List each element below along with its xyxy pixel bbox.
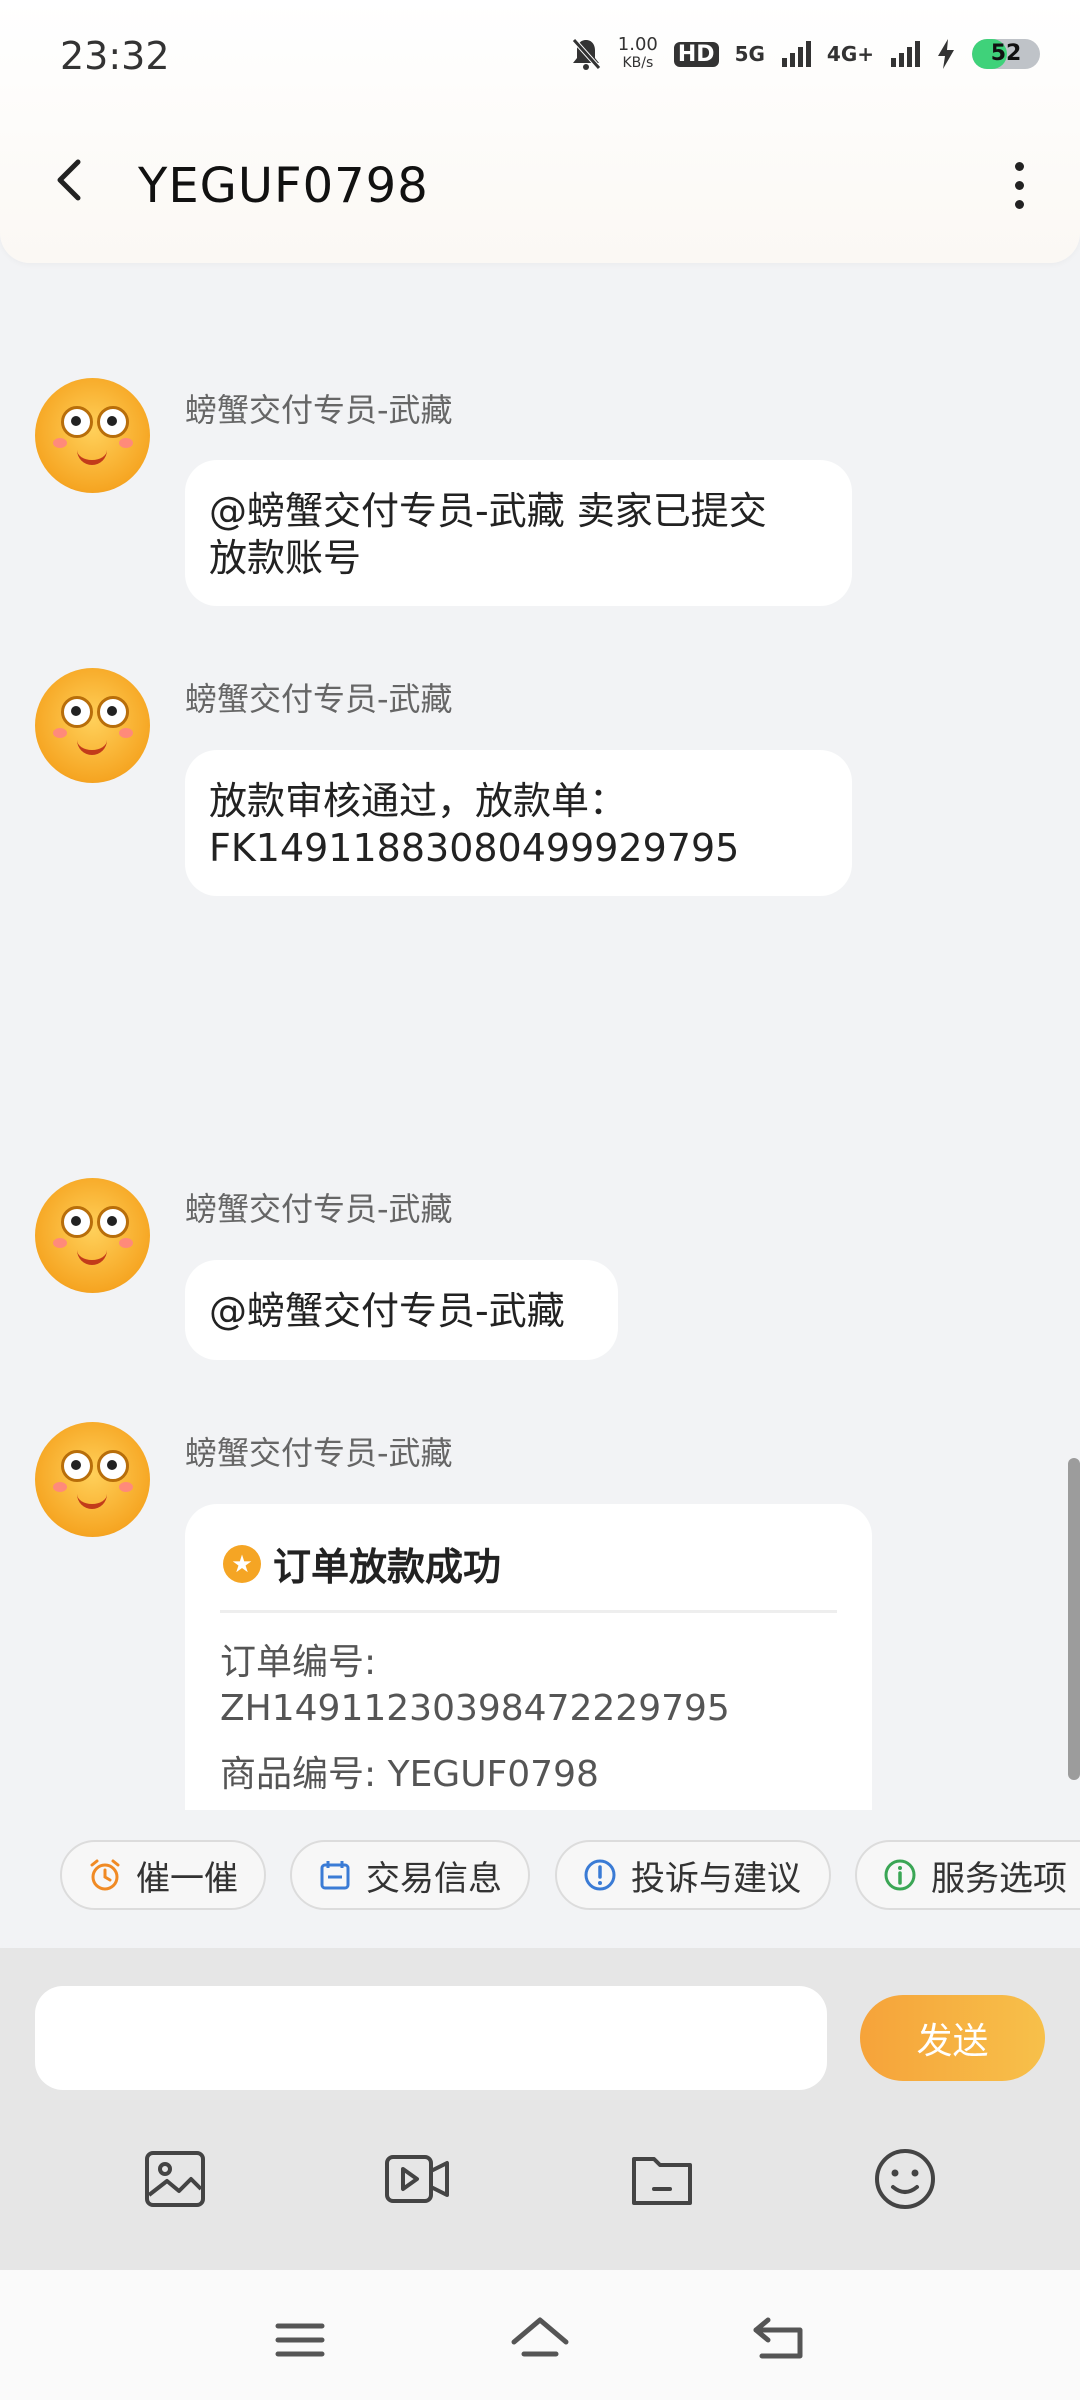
battery-level: 52 — [990, 41, 1022, 66]
battery-icon: 52 — [972, 39, 1040, 69]
folder-icon[interactable] — [626, 2143, 698, 2215]
chip-service-options[interactable]: 服务选项 — [855, 1840, 1080, 1910]
send-button[interactable]: 发送 — [860, 1995, 1045, 2081]
order-number-label: 订单编号: — [220, 1642, 377, 1683]
product-number: 商品编号: YEGUF0798 — [220, 1754, 599, 1795]
net-speed-unit: KB/s — [622, 55, 654, 71]
mute-icon — [571, 38, 601, 70]
net-speed: 1.00 KB/s — [618, 36, 658, 72]
chip-label: 服务选项 — [931, 1858, 1067, 1899]
home-icon[interactable] — [508, 2310, 572, 2370]
system-nav-bar — [0, 2270, 1080, 2400]
message-line: @螃蟹交付专员-武藏 卖家已提交 — [209, 489, 767, 533]
info-icon — [884, 1859, 916, 1891]
message-line: FK14911883080499929795 — [209, 826, 740, 870]
chip-label: 催一催 — [136, 1858, 238, 1899]
hd-icon: HD — [673, 41, 719, 67]
scrollbar[interactable] — [1068, 1458, 1080, 1780]
net-speed-value: 1.00 — [617, 34, 658, 55]
card-title: 订单放款成功 — [273, 1545, 502, 1589]
star-badge-icon: ★ — [223, 1544, 261, 1583]
page-title: YEGUF0798 — [138, 158, 429, 214]
calendar-icon — [320, 1861, 350, 1890]
sender-name: 螃蟹交付专员-武藏 — [185, 391, 453, 429]
card-divider — [220, 1610, 837, 1613]
image-icon[interactable] — [139, 2143, 211, 2215]
avatar[interactable] — [35, 1422, 150, 1537]
emoji-icon[interactable] — [869, 2143, 941, 2215]
order-payout-card[interactable]: ★ 订单放款成功 订单编号: ZH14911230398472229795 商品… — [185, 1504, 872, 1814]
message-line: @螃蟹交付专员-武藏 — [209, 1289, 565, 1333]
signal-bars-5g-icon — [781, 41, 811, 67]
message-line: 放款审核通过，放款单： — [209, 779, 628, 823]
chip-complaint[interactable]: 投诉与建议 — [555, 1840, 831, 1910]
avatar[interactable] — [35, 668, 150, 783]
status-time: 23:32 — [60, 34, 170, 78]
status-bar: 23:32 1.00 KB/s HD 5G 4G+ 52 — [0, 0, 1080, 115]
charging-icon — [938, 39, 954, 69]
chip-urge[interactable]: 催一催 — [60, 1840, 266, 1910]
back-arrow-icon[interactable] — [40, 150, 100, 210]
message-bubble[interactable]: @螃蟹交付专员-武藏 卖家已提交 放款账号 — [185, 460, 852, 606]
video-icon[interactable] — [381, 2143, 453, 2215]
chip-label: 投诉与建议 — [631, 1858, 801, 1899]
sender-name: 螃蟹交付专员-武藏 — [185, 680, 453, 718]
more-vertical-icon[interactable] — [996, 150, 1042, 220]
alarm-clock-icon — [90, 1859, 120, 1891]
avatar[interactable] — [35, 378, 150, 493]
exclamation-icon — [584, 1859, 616, 1891]
sender-name: 螃蟹交付专员-武藏 — [185, 1190, 453, 1228]
message-bubble[interactable]: 放款审核通过，放款单： FK14911883080499929795 — [185, 750, 852, 896]
signal-bars-4g-icon — [891, 41, 920, 67]
avatar[interactable] — [35, 1178, 150, 1293]
message-bubble[interactable]: @螃蟹交付专员-武藏 — [185, 1260, 618, 1360]
chip-label: 交易信息 — [366, 1858, 502, 1899]
input-area: 发送 — [0, 1948, 1080, 2270]
status-icons: 1.00 KB/s HD 5G 4G+ 52 — [570, 36, 1040, 72]
message-input[interactable] — [35, 1986, 827, 2090]
signal-5g-icon: 5G — [734, 42, 765, 66]
order-number-value: ZH14911230398472229795 — [220, 1688, 730, 1729]
message-line: 放款账号 — [209, 536, 362, 580]
back-icon[interactable] — [748, 2310, 812, 2370]
quick-actions-bar: 催一催 交易信息 投诉与建议 服务选项 — [0, 1810, 1080, 1950]
sender-name: 螃蟹交付专员-武藏 — [185, 1434, 453, 1472]
card-title-row: ★ 订单放款成功 — [223, 1536, 501, 1591]
menu-icon[interactable] — [268, 2310, 332, 2370]
signal-4g-icon: 4G+ — [826, 42, 874, 66]
chip-trade-info[interactable]: 交易信息 — [290, 1840, 530, 1910]
